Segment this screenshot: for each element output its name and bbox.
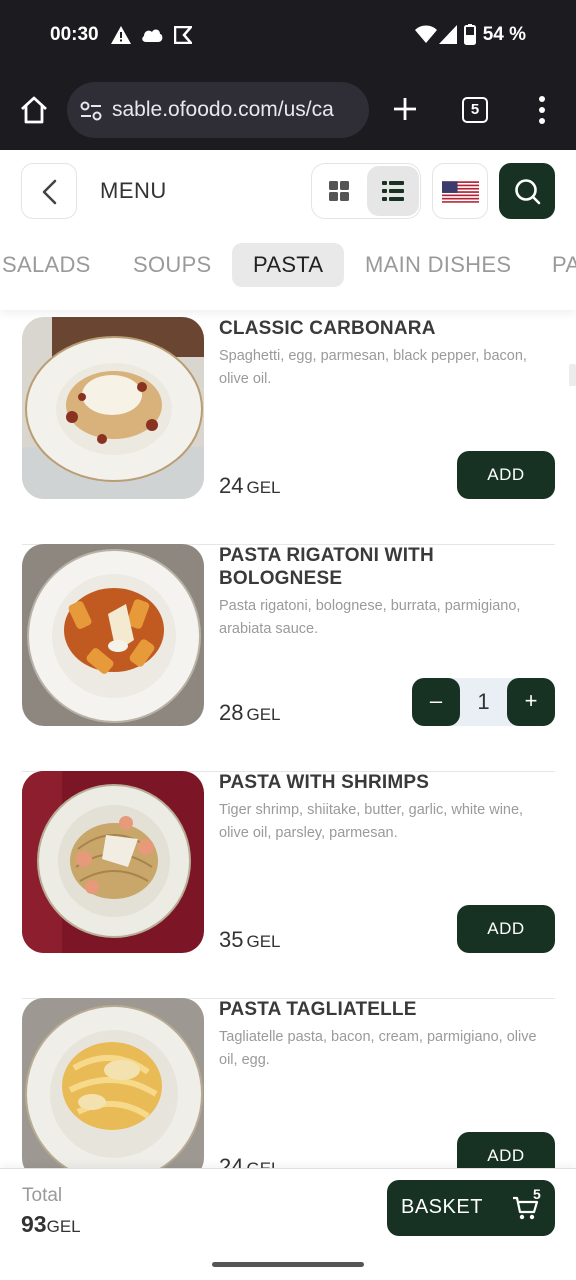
price-currency: GEL	[246, 478, 281, 497]
total-number: 93	[21, 1211, 47, 1237]
grid-view-button[interactable]	[312, 164, 366, 218]
dish-card: PASTA WITH SHRIMPS Tiger shrimp, shiitak…	[22, 771, 555, 999]
dish-image-carbonara[interactable]	[22, 317, 204, 499]
dish-card: CLASSIC CARBONARA Spaghetti, egg, parmes…	[22, 317, 555, 545]
status-bar: 00:30 54 %	[0, 0, 576, 72]
tab-salads[interactable]: SALADS	[2, 243, 91, 287]
us-flag-icon	[442, 181, 479, 203]
new-tab-button[interactable]	[390, 94, 420, 124]
alert-icon	[111, 26, 131, 49]
home-button[interactable]	[18, 94, 50, 126]
total-amount: 93GEL	[21, 1211, 81, 1238]
more-options-button[interactable]	[532, 94, 552, 126]
plus-icon	[394, 98, 416, 120]
chevron-left-icon	[42, 179, 57, 205]
dish-card: PASTA RIGATONI WITH BOLOGNESE Pasta riga…	[22, 544, 555, 772]
dish-image-rigatoni[interactable]	[22, 544, 204, 726]
grid-icon	[329, 181, 349, 201]
quantity-stepper: – 1 +	[412, 678, 555, 726]
dish-name: PASTA WITH SHRIMPS	[219, 772, 430, 793]
address-bar[interactable]: sable.ofoodo.com/us/ca	[67, 82, 369, 138]
quantity-value: 1	[477, 689, 490, 714]
dish-image-shrimps[interactable]	[22, 771, 204, 953]
browser-toolbar: sable.ofoodo.com/us/ca 5	[0, 72, 576, 150]
signal-icon	[439, 25, 457, 49]
basket-label: BASKET	[401, 1196, 483, 1218]
play-games-icon	[173, 25, 194, 49]
site-settings-icon[interactable]	[79, 100, 103, 127]
tab-pasta[interactable]: PASTA	[232, 243, 345, 287]
battery-icon	[464, 24, 476, 50]
battery-percent: 54 %	[482, 24, 526, 45]
gesture-navigation-bar[interactable]	[212, 1262, 364, 1267]
list-view-button[interactable]	[367, 166, 419, 216]
price-amount: 35	[219, 927, 244, 952]
status-time: 00:30	[50, 24, 99, 45]
dish-name: PASTA RIGATONI WITH BOLOGNESE	[219, 545, 434, 589]
price-amount: 28	[219, 700, 244, 725]
dish-price: 24GEL	[219, 473, 281, 499]
price-amount: 24	[219, 473, 244, 498]
tab-partial[interactable]: PA	[552, 243, 576, 287]
dish-description: Pasta rigatoni, bolognese, burrata, parm…	[219, 598, 521, 637]
search-button[interactable]	[499, 163, 555, 219]
tab-switcher-button[interactable]: 5	[462, 97, 488, 123]
dish-name: CLASSIC CARBONARA	[219, 318, 436, 339]
dish-name: PASTA TAGLIATELLE	[219, 999, 417, 1020]
cloud-icon	[141, 26, 163, 47]
dish-description: Tiger shrimp, shiitake, butter, garlic, …	[219, 802, 524, 841]
tab-main-dishes[interactable]: MAIN DISHES	[365, 243, 511, 287]
basket-count-badge: 5	[533, 1186, 541, 1202]
add-button[interactable]: ADD	[457, 905, 555, 953]
tab-soups[interactable]: SOUPS	[133, 243, 212, 287]
dish-image-tagliatelle[interactable]	[22, 998, 204, 1180]
search-icon	[515, 179, 541, 205]
basket-button[interactable]: BASKET 5	[387, 1180, 555, 1236]
home-icon	[21, 96, 47, 124]
dish-description: Spaghetti, egg, parmesan, black pepper, …	[219, 348, 527, 387]
dish-price: 35 GEL	[219, 927, 281, 953]
menu-header: MENU SALADS SOUPS PASTA MAIN DISHES PA	[0, 150, 576, 310]
dish-price: 28 GEL	[219, 700, 281, 726]
total-label: Total	[22, 1185, 63, 1206]
page-title: MENU	[100, 178, 167, 203]
price-currency: GEL	[246, 705, 281, 724]
category-tabs: SALADS SOUPS PASTA MAIN DISHES PA	[0, 243, 576, 287]
price-currency: GEL	[246, 932, 281, 951]
basket-bar: Total 93GEL BASKET 5	[0, 1168, 576, 1280]
kebab-menu-icon	[539, 96, 545, 124]
increase-quantity-button[interactable]: +	[507, 678, 555, 726]
scrollbar[interactable]	[569, 364, 576, 386]
view-toggle	[311, 163, 421, 219]
list-icon	[382, 181, 404, 201]
wifi-icon	[415, 25, 437, 48]
url-text: sable.ofoodo.com/us/ca	[112, 98, 334, 121]
add-button[interactable]: ADD	[457, 451, 555, 499]
dish-description: Tagliatelle pasta, bacon, cream, parmigi…	[219, 1029, 537, 1068]
language-button[interactable]	[432, 163, 488, 219]
decrease-quantity-button[interactable]: –	[412, 678, 460, 726]
back-button[interactable]	[21, 163, 77, 219]
total-currency: GEL	[46, 1217, 81, 1236]
